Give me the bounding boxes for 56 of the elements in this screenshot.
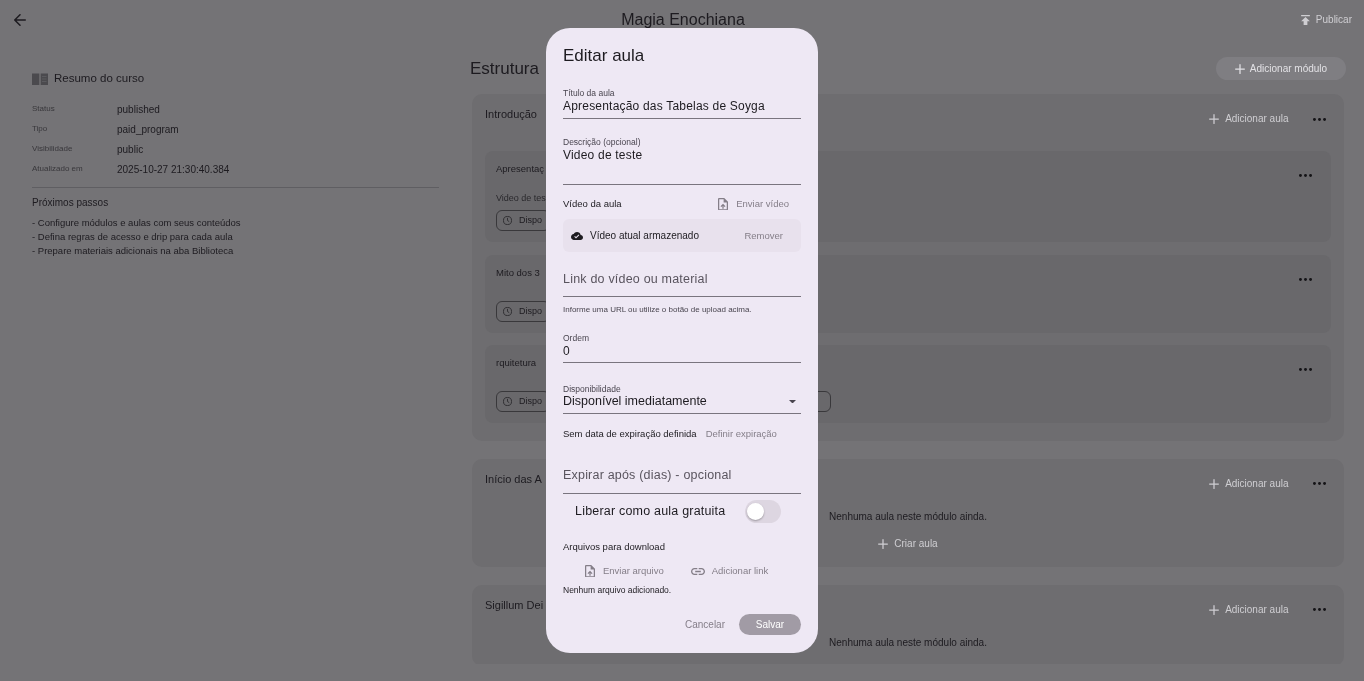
next-step-item: - Defina regras de acesso e drip para cada aula [32,230,234,244]
dialog-title: Editar aula [563,45,646,67]
file-upload-icon [718,197,729,211]
summary-value: paid_program [117,122,179,137]
empty-module-message: Nenhuma aula neste módulo ainda. [829,635,987,650]
module-title: Início das A [485,471,542,487]
plus-icon [1209,114,1220,124]
book-icon [32,73,48,85]
section-title: Estrutura [470,60,539,77]
upload-icon [1300,15,1310,25]
module-title: Sigillum Dei [485,597,544,613]
order-field[interactable]: Ordem 0 [563,333,801,363]
plus-icon [878,538,889,549]
clock-icon [503,306,512,316]
free-lesson-label: Liberar como aula gratuita [575,503,726,521]
downloads-section-label: Arquivos para download [563,539,666,554]
link-input-field[interactable]: Link do vídeo ou material [563,257,801,297]
title-field[interactable]: Título da aula Apresentação das Tabelas de Soyga [563,88,801,119]
lesson-title: Apresentaç [496,162,545,176]
course-title: Magia Enochiana [621,12,745,28]
clock-icon [503,216,512,225]
plus-icon [1209,478,1220,489]
more-icon[interactable] [1299,277,1312,281]
more-icon[interactable] [1312,117,1326,121]
empty-module-message: Nenhuma aula neste módulo ainda. [829,509,987,524]
expire-days-input-field[interactable]: Expirar após (dias) - opcional [563,453,801,494]
lesson-title: rquitetura [496,356,537,370]
link-helper-text: Informe uma URL ou utilize o botão de upload acima. [563,304,753,316]
description-field[interactable]: Descrição (opcional) Video de teste [563,137,801,185]
file-upload-icon [585,564,595,578]
link-icon [690,567,705,575]
summary-title: Resumo do curso [54,73,145,85]
expiration-status-text: Sem data de expiração definida [563,426,697,441]
more-icon[interactable] [1312,608,1326,611]
more-icon[interactable] [1299,174,1312,177]
next-step-item: - Prepare materiais adicionais na aba Biblioteca [32,244,235,258]
next-steps-title: Próximos passos [32,196,110,210]
summary-value: published [117,102,160,117]
availability-dropdown[interactable]: Disponibilidade Disponível imediatamente [563,384,801,414]
summary-value: 2025-10-27 21:30:40.384 [117,162,230,177]
back-arrow-icon[interactable] [14,14,26,26]
summary-value: public [117,142,144,157]
next-step-item: - Configure módulos e aulas com seus conteúdos [32,216,242,230]
clock-icon [503,397,512,406]
no-files-message: Nenhum arquivo adicionado. [563,583,673,597]
more-icon[interactable] [1312,482,1326,485]
more-icon[interactable] [1299,368,1312,371]
toggle-switch[interactable] [745,500,781,523]
stored-video-text: Vídeo atual armazenado [590,229,699,243]
video-section-label: Vídeo da aula [563,196,622,211]
lesson-title: Mito dos 3 [496,265,540,280]
dropdown-caret-icon [789,399,796,403]
cloud-check-icon [571,231,583,240]
plus-icon [1209,604,1220,615]
plus-icon [1234,63,1245,74]
module-title: Introdução [485,107,537,122]
